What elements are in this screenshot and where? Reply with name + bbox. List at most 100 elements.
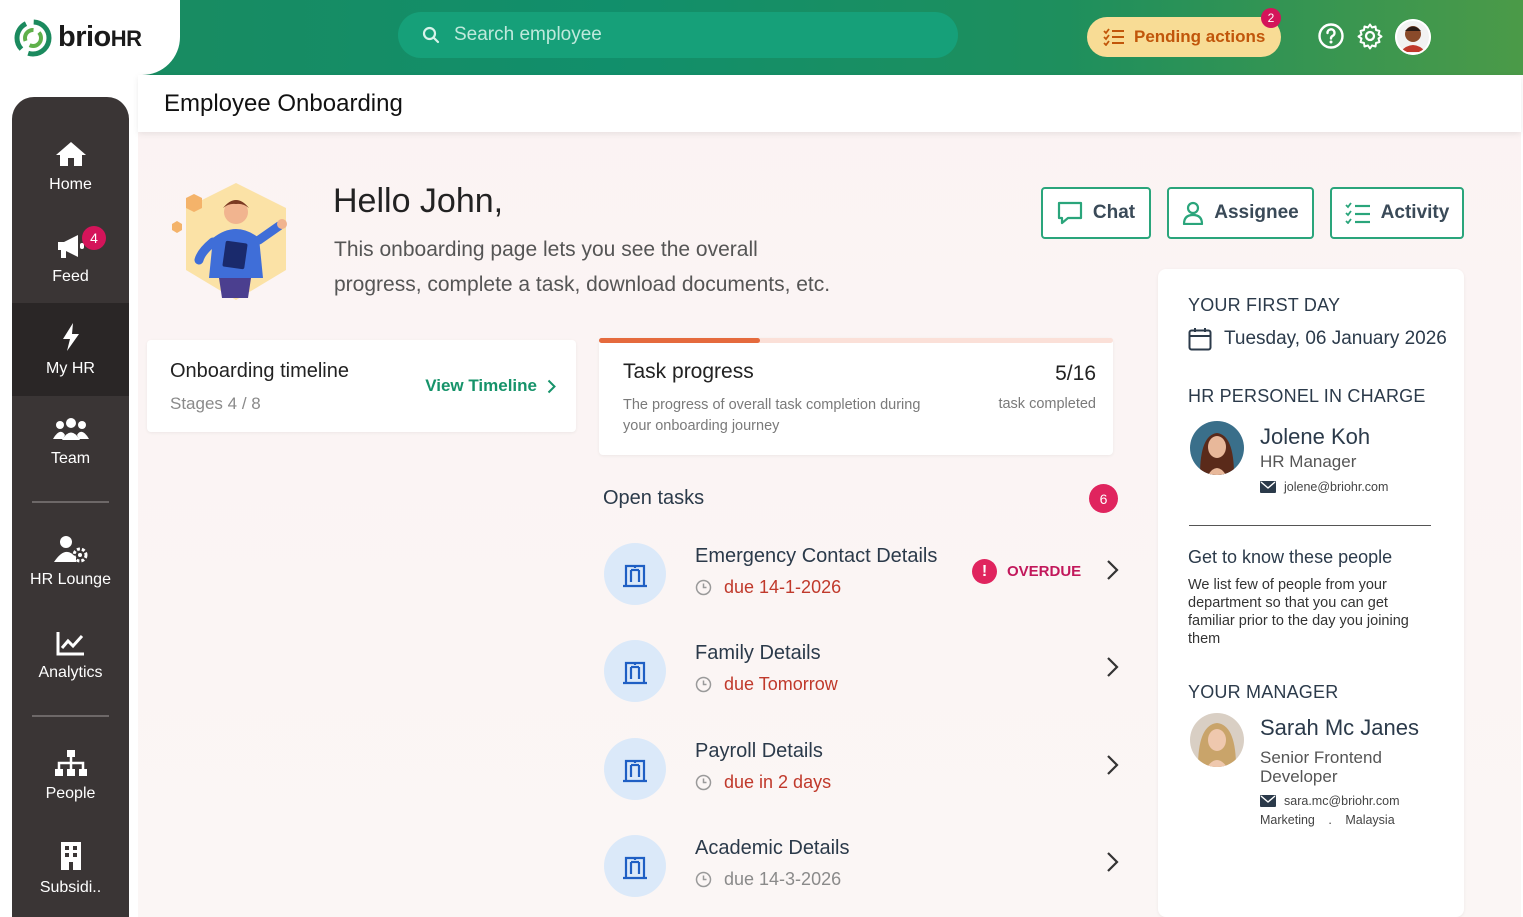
settings-gear-icon[interactable]: [1356, 22, 1384, 50]
manager-country: Malaysia: [1345, 813, 1395, 827]
manager-avatar[interactable]: [1190, 713, 1244, 767]
clock-icon: [695, 774, 712, 791]
task-progress-description: The progress of overall task completion …: [623, 397, 921, 434]
open-tasks-heading: Open tasks: [603, 487, 705, 509]
task-progress-card: Task progress The progress of overall ta…: [599, 338, 1113, 455]
view-timeline-label: View Timeline: [425, 376, 537, 395]
sidebar-item-label: Subsidi..: [39, 879, 102, 896]
sidebar-item-analytics[interactable]: Analytics: [12, 611, 129, 701]
search-bar[interactable]: [398, 12, 958, 58]
pending-actions-button[interactable]: Pending actions 2: [1087, 8, 1281, 57]
manager-department: Marketing: [1260, 813, 1315, 827]
building-icon: [60, 842, 81, 870]
task-due: due 14-1-2026: [695, 577, 841, 598]
chevron-right-icon[interactable]: [1106, 656, 1120, 678]
chevron-right-icon[interactable]: [1106, 754, 1120, 776]
sidebar-item-feed[interactable]: 4 Feed: [12, 214, 129, 304]
get-to-know-heading: Get to know these people: [1188, 547, 1393, 567]
first-day-heading: YOUR FIRST DAY: [1188, 295, 1341, 315]
feed-badge: 4: [82, 226, 106, 250]
user-gear-icon: [53, 536, 87, 563]
timeline-title: Onboarding timeline: [170, 360, 349, 382]
org-chart-icon: [54, 750, 87, 776]
sidebar-item-my-hr[interactable]: My HR: [12, 303, 129, 396]
building-columns-icon: [623, 759, 647, 783]
team-icon: [52, 418, 89, 440]
task-title: Emergency Contact Details: [695, 545, 938, 567]
chat-button-label: Chat: [1092, 202, 1136, 223]
user-outline-icon: [1183, 201, 1204, 225]
overdue-status: ! OVERDUE: [972, 559, 1081, 584]
search-input[interactable]: [454, 24, 914, 46]
task-icon: [604, 835, 666, 897]
chevron-right-icon[interactable]: [1106, 559, 1120, 581]
get-to-know-description: We list few of people from your departme…: [1188, 577, 1409, 647]
brand-logo[interactable]: brioHR: [0, 0, 180, 75]
welcome-line-1: This onboarding page lets you see the ov…: [334, 238, 758, 261]
sidebar-item-team[interactable]: Team: [12, 397, 129, 487]
assignee-button-label: Assignee: [1214, 202, 1299, 223]
activity-list-icon: [1345, 202, 1370, 224]
checklist-icon: [1103, 28, 1124, 46]
manager-role: Senior Frontend Developer: [1260, 748, 1382, 786]
chevron-right-icon: [547, 379, 556, 393]
task-item[interactable]: Payroll Details due in 2 days: [600, 728, 1120, 808]
welcome-illustration: [172, 183, 287, 300]
sidebar-item-home[interactable]: Home: [12, 122, 129, 212]
sidebar-item-label: My HR: [46, 359, 95, 377]
manager-email-text: sara.mc@briohr.com: [1284, 794, 1400, 808]
task-due: due Tomorrow: [695, 674, 838, 695]
activity-button-label: Activity: [1380, 202, 1450, 223]
task-icon: [604, 543, 666, 605]
manager-email[interactable]: sara.mc@briohr.com: [1260, 794, 1400, 808]
assignee-button[interactable]: Assignee: [1167, 187, 1314, 239]
clock-icon: [695, 579, 712, 596]
meta-separator: .: [1328, 813, 1332, 827]
page-header: Employee Onboarding: [138, 75, 1521, 132]
mail-icon: [1260, 481, 1276, 493]
sidebar-item-label: HR Lounge: [30, 571, 111, 588]
pending-actions-label: Pending actions: [1134, 27, 1266, 46]
manager-meta: Marketing . Malaysia: [1260, 813, 1395, 827]
hr-role: HR Manager: [1260, 452, 1357, 471]
alert-icon: !: [972, 559, 997, 584]
progress-bar-fill: [599, 338, 760, 343]
chat-button[interactable]: Chat: [1041, 187, 1151, 239]
clock-icon: [695, 676, 712, 693]
sidebar-item-people[interactable]: People: [12, 731, 129, 821]
top-bar: brioHR Pending actions 2: [0, 0, 1523, 75]
sidebar-item-subsidiaries[interactable]: Subsidi..: [12, 824, 129, 914]
chart-icon: [56, 632, 84, 656]
task-icon: [604, 738, 666, 800]
timeline-stages: Stages 4 / 8: [170, 394, 261, 413]
task-due-text: due 14-1-2026: [724, 577, 842, 597]
onboarding-timeline-card: Onboarding timeline Stages 4 / 8 View Ti…: [147, 340, 576, 432]
welcome-line-2: progress, complete a task, download docu…: [334, 273, 831, 296]
sidebar-item-label: Team: [50, 450, 91, 467]
help-icon[interactable]: [1317, 22, 1345, 50]
sidebar-item-label: Home: [49, 176, 92, 193]
chevron-right-icon[interactable]: [1106, 851, 1120, 873]
sidebar-item-label: Feed: [52, 268, 89, 285]
onboarding-info-panel: YOUR FIRST DAY Tuesday, 06 January 2026 …: [1158, 269, 1464, 917]
manager-name: Sarah Mc Janes: [1260, 715, 1419, 740]
task-item[interactable]: Family Details due Tomorrow: [600, 630, 1120, 710]
task-progress-title: Task progress: [623, 360, 754, 383]
task-item[interactable]: Academic Details due 14-3-2026: [600, 825, 1120, 905]
view-timeline-link[interactable]: View Timeline: [425, 376, 556, 396]
sidebar-item-hr-lounge[interactable]: HR Lounge: [12, 517, 129, 607]
hr-email-text: jolene@briohr.com: [1284, 480, 1389, 494]
user-avatar[interactable]: [1395, 19, 1431, 55]
progress-bar-track: [599, 338, 1113, 343]
hr-email[interactable]: jolene@briohr.com: [1260, 480, 1388, 494]
sidebar-divider: [32, 715, 109, 717]
building-columns-icon: [623, 661, 647, 685]
task-title: Family Details: [695, 642, 821, 664]
task-item[interactable]: Emergency Contact Details due 14-1-2026 …: [600, 533, 1120, 613]
task-due: due in 2 days: [695, 772, 831, 793]
task-title: Payroll Details: [695, 740, 823, 762]
task-due-text: due 14-3-2026: [724, 869, 842, 889]
activity-button[interactable]: Activity: [1330, 187, 1464, 239]
hr-avatar[interactable]: [1190, 421, 1244, 475]
logo-swirl-icon: [14, 19, 52, 56]
